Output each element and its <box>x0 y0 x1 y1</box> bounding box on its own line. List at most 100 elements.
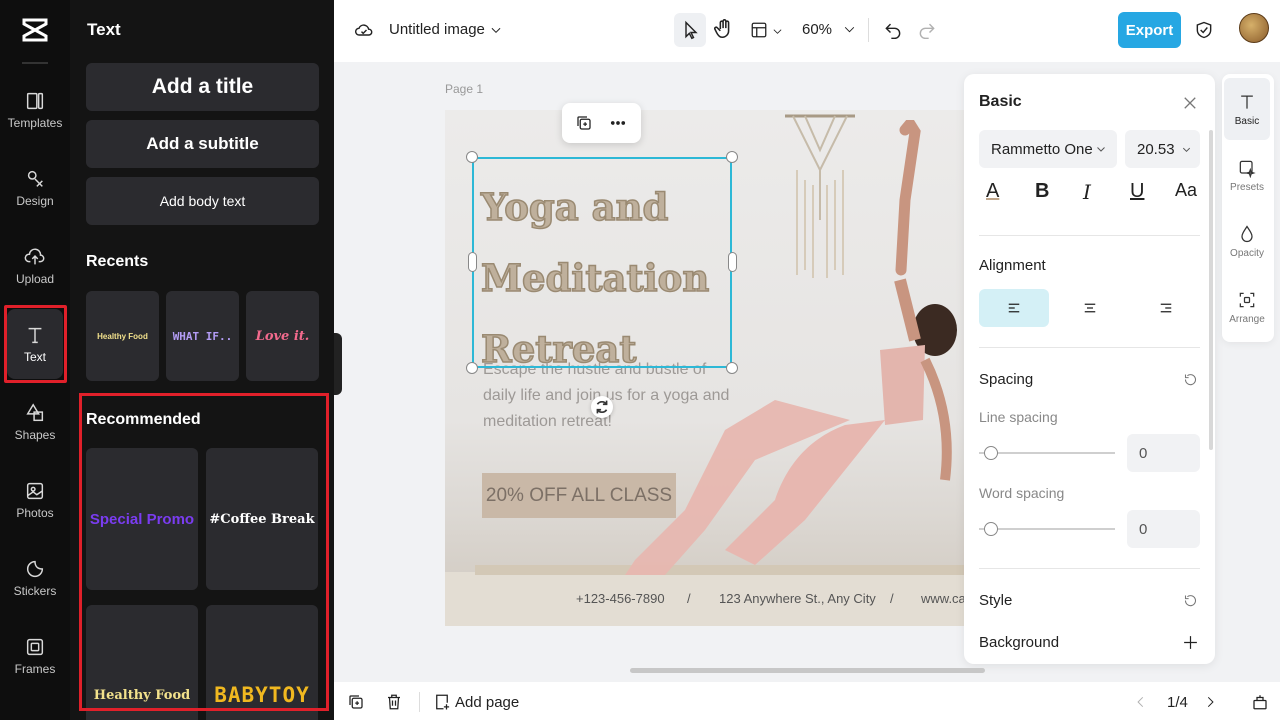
strip-item-opacity[interactable]: Opacity <box>1224 210 1270 272</box>
style-title: Style <box>979 592 1013 609</box>
chevron-down-icon[interactable] <box>489 23 503 37</box>
rail-item-frames[interactable]: Frames <box>0 624 70 688</box>
add-body-text-button[interactable]: Add body text <box>86 177 319 225</box>
bold-button[interactable]: B <box>1035 180 1049 203</box>
contact-slash-1: / <box>687 591 691 606</box>
reset-style-icon[interactable] <box>1183 593 1198 608</box>
resize-handle-tr[interactable] <box>726 151 738 163</box>
document-title[interactable]: Untitled image <box>389 21 485 38</box>
layout-chevron-icon[interactable] <box>772 24 783 35</box>
recent-label-healthy-food: Healthy Food <box>97 331 148 341</box>
promo-badge[interactable]: 20% OFF ALL CLASS <box>482 473 676 518</box>
strip-item-presets[interactable]: Presets <box>1224 144 1270 206</box>
page-indicator: 1/4 <box>1167 694 1188 711</box>
word-spacing-input[interactable]: 0 <box>1127 510 1200 548</box>
resize-handle-br[interactable] <box>726 362 738 374</box>
line-spacing-knob[interactable] <box>984 446 998 460</box>
user-avatar[interactable] <box>1239 13 1269 43</box>
toolbar-divider <box>868 18 869 42</box>
resize-handle-bl[interactable] <box>466 362 478 374</box>
resize-handle-left[interactable] <box>468 252 477 272</box>
line-spacing-label: Line spacing <box>979 409 1058 425</box>
left-rail: Templates Design Upload Text Shapes Phot… <box>0 0 70 720</box>
background-label: Background <box>979 634 1060 651</box>
alignment-title: Alignment <box>979 257 1046 274</box>
add-subtitle-button[interactable]: Add a subtitle <box>86 120 319 168</box>
rail-item-photos[interactable]: Photos <box>0 468 70 532</box>
redo-icon[interactable] <box>917 20 937 40</box>
rail-item-templates[interactable]: Templates <box>0 78 70 142</box>
word-spacing-slider[interactable] <box>979 528 1115 530</box>
page-label: Page 1 <box>445 82 484 96</box>
contact-phone[interactable]: +123-456-7890 <box>576 591 665 606</box>
font-family-select[interactable]: Rammetto One <box>979 130 1117 168</box>
word-spacing-knob[interactable] <box>984 522 998 536</box>
properties-scrollbar[interactable] <box>1209 130 1213 450</box>
next-page-icon[interactable] <box>1203 694 1217 710</box>
close-icon[interactable] <box>1181 94 1199 112</box>
add-background-plus-icon[interactable] <box>1182 634 1199 651</box>
arrange-icon <box>1239 292 1255 307</box>
italic-button[interactable]: I <box>1083 180 1091 204</box>
align-center-button[interactable] <box>1055 289 1125 327</box>
rail-item-design[interactable]: Design <box>0 156 70 220</box>
more-options-icon[interactable] <box>609 114 627 132</box>
add-page-icon[interactable] <box>433 692 451 712</box>
hand-pan-icon[interactable] <box>713 18 735 40</box>
rail-item-upload[interactable]: Upload <box>0 234 70 298</box>
line-spacing-input[interactable]: 0 <box>1127 434 1200 472</box>
templates-icon <box>26 92 44 110</box>
recent-healthy-food[interactable]: Healthy Food <box>86 291 159 381</box>
size-chevron-icon <box>1182 147 1191 152</box>
rail-label-stickers: Stickers <box>13 584 57 598</box>
font-size-select[interactable]: 20.53 <box>1125 130 1200 168</box>
rail-item-stickers[interactable]: Stickers <box>0 546 70 610</box>
layout-icon[interactable] <box>750 20 768 40</box>
underline-button[interactable]: U <box>1130 180 1144 203</box>
contact-website[interactable]: www.ca <box>921 591 965 606</box>
strip-item-arrange[interactable]: Arrange <box>1224 276 1270 338</box>
align-left-button[interactable] <box>979 289 1049 327</box>
text-color-button[interactable]: A <box>986 180 999 203</box>
zoom-level[interactable]: 60% <box>802 21 832 38</box>
add-page-button[interactable]: Add page <box>455 694 519 711</box>
prev-page-icon[interactable] <box>1134 694 1148 710</box>
rail-label-photos: Photos <box>16 506 54 520</box>
zoom-chevron-icon[interactable] <box>843 23 856 36</box>
resize-handle-tl[interactable] <box>466 151 478 163</box>
font-chevron-icon <box>1097 147 1105 152</box>
case-button[interactable]: Aa <box>1175 180 1197 201</box>
cloud-sync-icon[interactable] <box>354 20 374 40</box>
delete-page-icon[interactable] <box>385 692 403 712</box>
rail-label-frames: Frames <box>14 662 56 676</box>
strip-item-basic[interactable]: Basic <box>1224 78 1270 140</box>
duplicate-page-icon[interactable] <box>347 693 365 711</box>
shield-check-icon[interactable] <box>1194 19 1214 41</box>
align-right-button[interactable] <box>1131 289 1201 327</box>
rotate-icon <box>596 400 608 414</box>
yoga-body-text[interactable]: Escape the hustle and bustle of daily li… <box>483 357 743 435</box>
panel-collapse-handle[interactable] <box>334 333 342 395</box>
recent-love-it[interactable]: Love it. <box>246 291 319 381</box>
recents-title: Recents <box>86 253 149 270</box>
font-size-value: 20.53 <box>1137 140 1175 158</box>
duplicate-icon[interactable] <box>575 114 593 132</box>
rail-item-shapes[interactable]: Shapes <box>0 390 70 454</box>
page-manager-icon[interactable] <box>1251 692 1269 712</box>
rotate-handle[interactable] <box>591 396 613 418</box>
selection-box[interactable] <box>472 157 732 368</box>
canvas-horizontal-scrollbar[interactable] <box>630 668 985 673</box>
contact-address[interactable]: 123 Anywhere St., Any City <box>719 591 876 606</box>
recent-what-if[interactable]: WHAT IF.. <box>166 291 239 381</box>
add-title-button[interactable]: Add a title <box>86 63 319 111</box>
reset-spacing-icon[interactable] <box>1183 372 1198 387</box>
recent-label-love-it: Love it. <box>255 328 310 344</box>
strip-label-opacity: Opacity <box>1230 247 1264 259</box>
resize-handle-right[interactable] <box>728 252 737 272</box>
pointer-select-icon[interactable] <box>681 19 701 41</box>
props-divider-1 <box>979 235 1200 236</box>
export-button[interactable]: Export <box>1118 12 1181 48</box>
capcut-logo-icon[interactable] <box>20 14 50 44</box>
undo-icon[interactable] <box>883 20 903 40</box>
line-spacing-slider[interactable] <box>979 452 1115 454</box>
